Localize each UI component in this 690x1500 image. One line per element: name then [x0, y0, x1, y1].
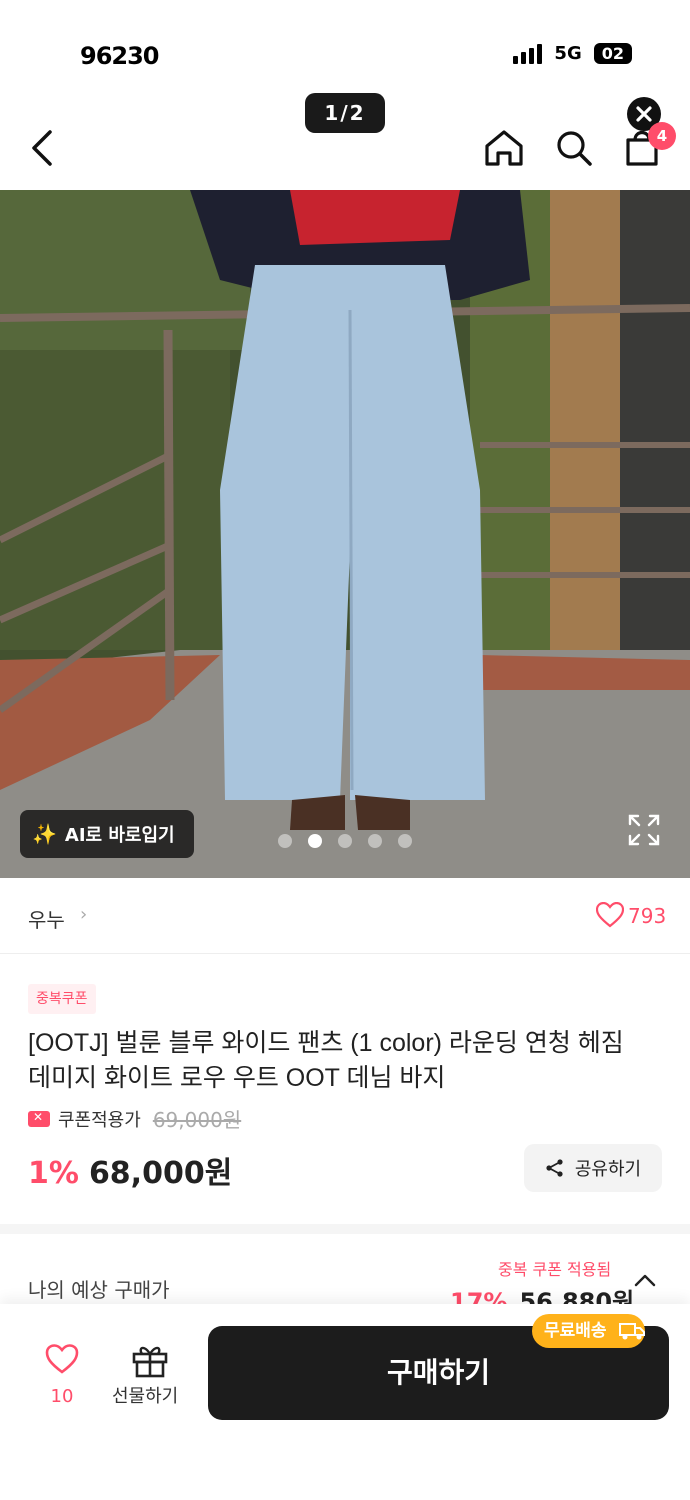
ai-try-on-label: AI로 바로입기 — [64, 825, 175, 846]
gift-label[interactable]: 선물하기 — [112, 1382, 178, 1408]
page-indicator: 1/2 — [305, 93, 385, 133]
wish-count: 10 — [50, 1386, 74, 1407]
duplicate-coupon-note: 중복 쿠폰 적용됨 — [498, 1260, 612, 1279]
signal-icon — [513, 42, 543, 64]
expand-icon[interactable] — [626, 812, 662, 848]
sale-price: 68,000원 — [88, 1156, 233, 1191]
wand-icon: ✨ — [32, 822, 57, 846]
gift-icon[interactable] — [130, 1342, 170, 1378]
ai-try-on-button[interactable]: ✨ AI로 바로입기 — [20, 810, 194, 858]
brand-name[interactable]: 우누 — [28, 904, 65, 933]
heart-icon — [45, 1344, 79, 1374]
coupon-tag: 중복쿠폰 — [28, 984, 96, 1014]
chevron-up-icon[interactable] — [634, 1272, 656, 1287]
battery-indicator: 02 — [593, 42, 632, 64]
status-time: 96230 — [80, 42, 159, 70]
cart-count-badge: 4 — [648, 122, 676, 150]
carousel-dot[interactable] — [368, 834, 382, 848]
expected-price-label: 나의 예상 구매가 — [28, 1278, 170, 1302]
coupon-icon — [28, 1110, 50, 1127]
product-title: [OOTJ] 벌룬 블루 와이드 팬츠 (1 color) 라운딩 연청 헤짐 … — [28, 1029, 624, 1092]
share-icon — [546, 1159, 563, 1177]
carousel-dot[interactable] — [278, 834, 292, 848]
heart-icon[interactable] — [595, 901, 625, 928]
brand-row[interactable]: 우누 › — [0, 880, 690, 954]
coupon-price-line: 쿠폰적용가 69,000원 — [28, 1104, 241, 1133]
coupon-label: 쿠폰적용가 — [58, 1109, 141, 1131]
status-bar: 96230 5G 02 — [0, 0, 690, 90]
status-icons: 5G 02 — [513, 42, 632, 64]
share-label: 공유하기 — [574, 1159, 642, 1180]
price-row: 1% 68,000원 — [28, 1148, 232, 1192]
like-count: 793 — [628, 904, 667, 928]
carousel-dots — [278, 834, 412, 848]
wish-button[interactable] — [40, 1344, 84, 1378]
carousel-dot[interactable] — [338, 834, 352, 848]
share-button[interactable]: 공유하기 — [524, 1144, 662, 1192]
home-icon[interactable] — [482, 126, 526, 170]
carousel-dot[interactable] — [398, 834, 412, 848]
search-icon[interactable] — [552, 126, 596, 170]
discount-rate: 1% — [28, 1156, 79, 1191]
original-price: 69,000원 — [152, 1108, 242, 1132]
truck-icon — [618, 1320, 646, 1342]
section-divider — [0, 1224, 690, 1234]
back-icon[interactable] — [22, 124, 62, 172]
carousel-dot-active[interactable] — [308, 834, 322, 848]
network-label: 5G — [554, 42, 582, 64]
chevron-right-icon: › — [80, 904, 88, 925]
product-photo[interactable] — [0, 190, 690, 878]
